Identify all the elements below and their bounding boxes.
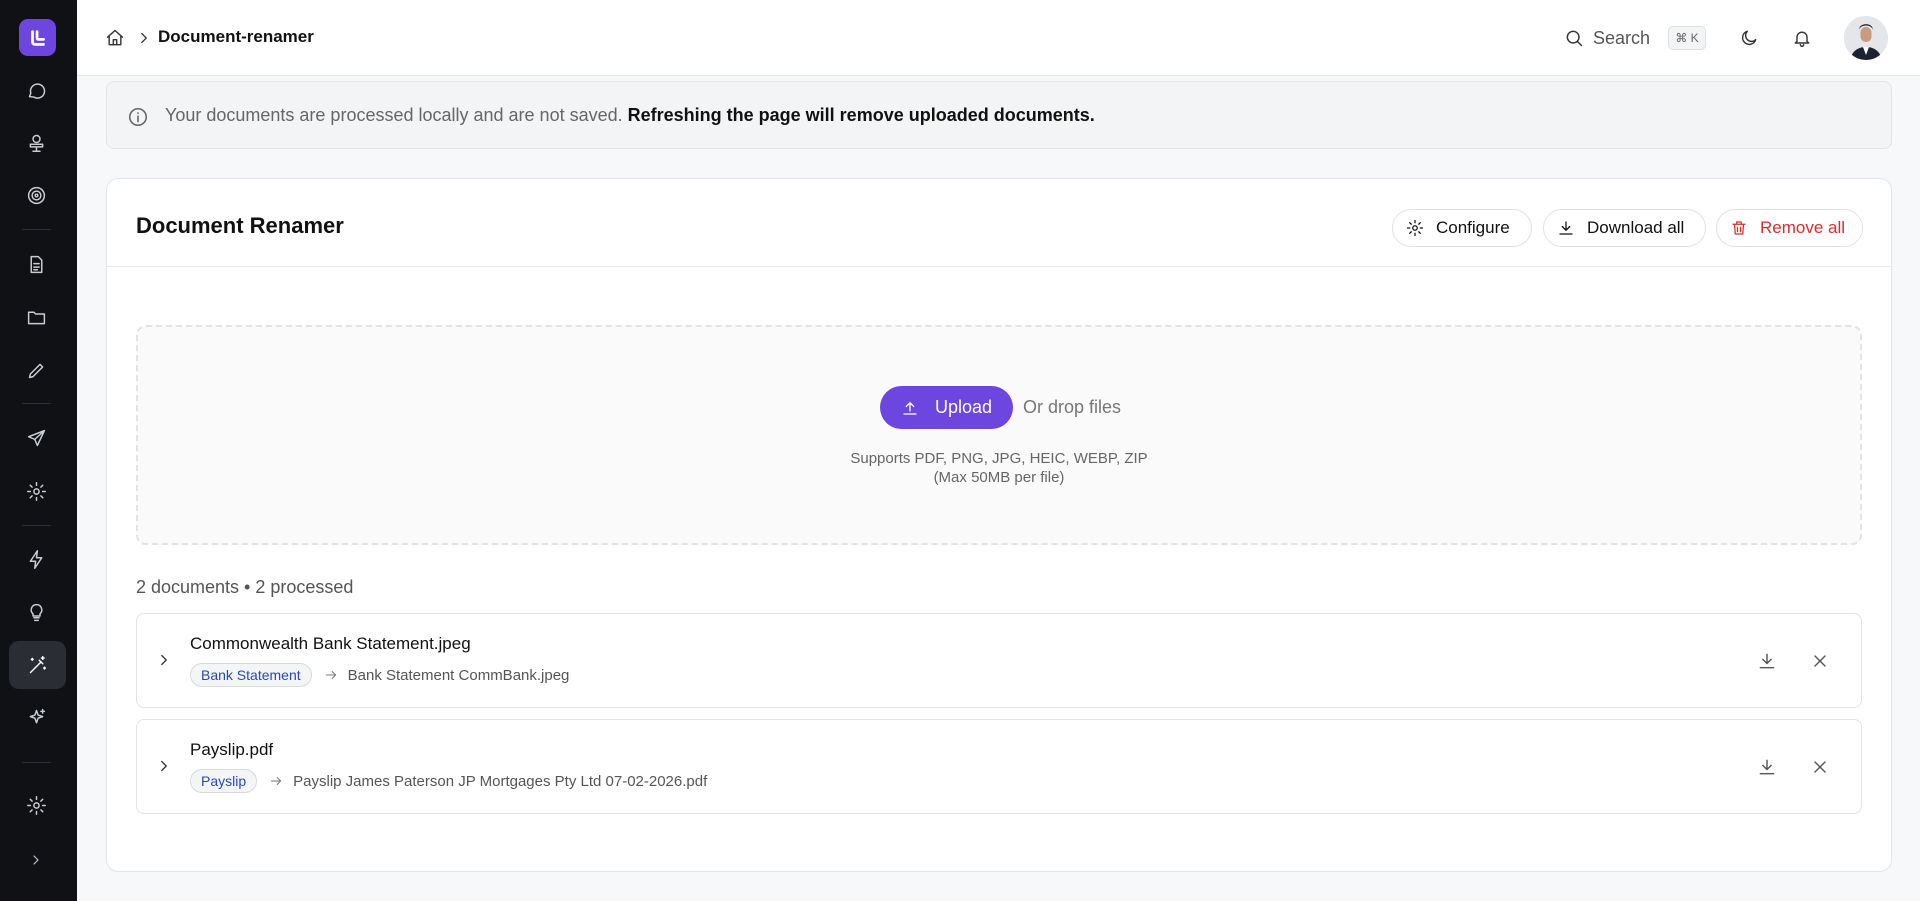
target-icon[interactable] [20,179,52,211]
presentation-icon[interactable] [20,126,52,158]
folder-icon[interactable] [20,301,52,333]
sparkles-icon[interactable] [20,701,52,733]
trash-icon [1732,221,1746,235]
chat-icon[interactable] [20,74,52,106]
search-button[interactable]: Search [1593,28,1650,49]
topbar: Document-renamer Search ⌘ K [77,0,1920,76]
configure-button[interactable]: Configure [1392,209,1532,247]
card-header: Document Renamer Configure Download all … [107,179,1891,267]
info-icon [128,107,148,127]
document-renamer-card: Document Renamer Configure Download all … [106,178,1892,872]
document-row[interactable]: Payslip.pdf Payslip Payslip James Paters… [136,719,1862,814]
bell-icon[interactable] [1792,28,1812,48]
download-icon [1559,221,1573,235]
search-shortcut: ⌘ K [1668,26,1706,50]
chevron-right-icon[interactable] [20,844,52,876]
supported-formats: Supports PDF, PNG, JPG, HEIC, WEBP, ZIP … [850,450,1148,486]
home-icon[interactable] [105,28,125,48]
avatar[interactable] [1844,16,1888,60]
lightning-icon[interactable] [20,543,52,575]
pencil-icon[interactable] [20,354,52,386]
close-icon[interactable] [1810,651,1830,671]
settings-icon[interactable] [20,475,52,507]
document-icon[interactable] [20,248,52,280]
document-name: Payslip.pdf [190,740,274,759]
info-banner: Your documents are processed locally and… [106,81,1892,149]
chevron-right-icon[interactable] [155,757,173,775]
renamed-filename: Bank Statement CommBank.jpeg [347,666,570,684]
close-icon[interactable] [1810,757,1830,777]
sidebar-divider [22,403,51,404]
lightbulb-icon[interactable] [20,596,52,628]
download-icon[interactable] [1757,651,1777,671]
upload-button[interactable]: Upload [880,386,1013,429]
logo-icon [30,29,45,46]
arrow-right-icon [270,777,282,785]
info-text: Your documents are processed locally and… [165,105,1095,125]
document-meta: Payslip Payslip James Paterson JP Mortga… [190,769,707,793]
search-icon[interactable] [1564,28,1584,48]
send-icon[interactable] [20,422,52,454]
document-type-badge: Payslip [190,769,258,793]
page-title: Document Renamer [136,213,344,238]
chevron-right-icon [141,32,147,44]
arrow-right-icon [325,671,336,679]
drop-hint: Or drop files [1023,397,1122,417]
sidebar [0,0,77,901]
sidebar-divider [22,229,51,230]
renamed-filename: Payslip James Paterson JP Mortgages Pty … [293,772,708,790]
moon-icon[interactable] [1739,28,1759,48]
settings-icon[interactable] [20,789,52,821]
breadcrumb-current: Document-renamer [158,27,314,46]
upload-icon [903,401,917,415]
document-name: Commonwealth Bank Statement.jpeg [190,634,471,653]
download-icon[interactable] [1757,757,1777,777]
sidebar-divider [22,525,51,526]
document-meta: Bank Statement Bank Statement CommBank.j… [190,663,569,687]
sidebar-divider [22,762,51,763]
document-type-badge: Bank Statement [190,663,312,687]
magic-wand-icon[interactable] [9,641,66,689]
gear-icon [1406,219,1424,237]
app-logo[interactable] [19,19,56,56]
remove-all-button[interactable]: Remove all [1716,209,1863,247]
file-dropzone[interactable]: Upload Or drop files Supports PDF, PNG, … [136,325,1862,545]
download-all-button[interactable]: Download all [1543,209,1706,247]
chevron-right-icon[interactable] [155,651,173,669]
document-row[interactable]: Commonwealth Bank Statement.jpeg Bank St… [136,613,1862,708]
document-count: 2 documents • 2 processed [136,577,354,597]
